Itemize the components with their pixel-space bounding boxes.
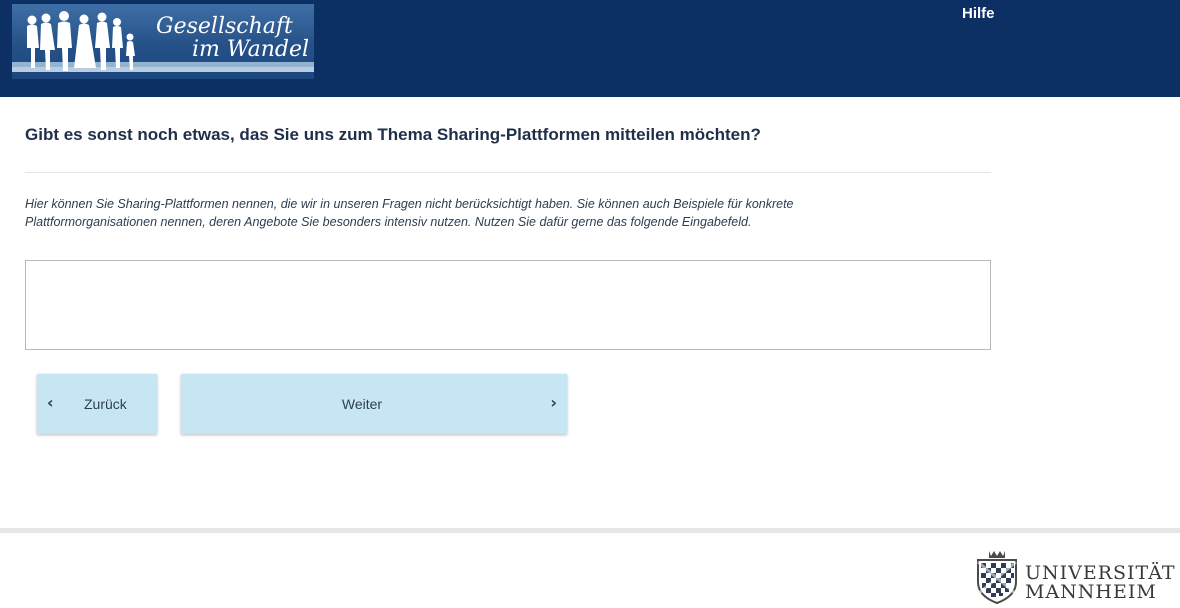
next-button[interactable]: Weiter › xyxy=(181,374,567,434)
site-header: Gesellschaft im Wandel Hilfe xyxy=(0,0,1180,97)
gesellschaft-im-wandel-logo: Gesellschaft im Wandel xyxy=(12,4,314,79)
logo-text-line2: im Wandel xyxy=(192,37,310,62)
back-button-label: Zurück xyxy=(84,396,127,412)
footer-divider xyxy=(0,528,1180,533)
universitaet-mannheim-logo: UNIVERSITÄT MANNHEIM xyxy=(972,548,1175,604)
chevron-right-icon: › xyxy=(550,393,557,412)
answer-textarea[interactable] xyxy=(25,260,991,350)
question-title: Gibt es sonst noch etwas, das Sie uns zu… xyxy=(25,125,761,144)
logo-text-line1: Gesellschaft xyxy=(156,14,293,39)
help-link[interactable]: Hilfe xyxy=(962,5,995,22)
question-hint: Hier können Sie Sharing-Plattformen nenn… xyxy=(25,197,794,229)
university-name-line2: MANNHEIM xyxy=(1025,581,1157,603)
back-button[interactable]: ‹ Zurück xyxy=(37,374,157,434)
university-crest-icon xyxy=(977,551,1017,604)
next-button-label: Weiter xyxy=(341,396,383,412)
chevron-left-icon: ‹ xyxy=(47,393,54,412)
divider xyxy=(25,172,991,173)
